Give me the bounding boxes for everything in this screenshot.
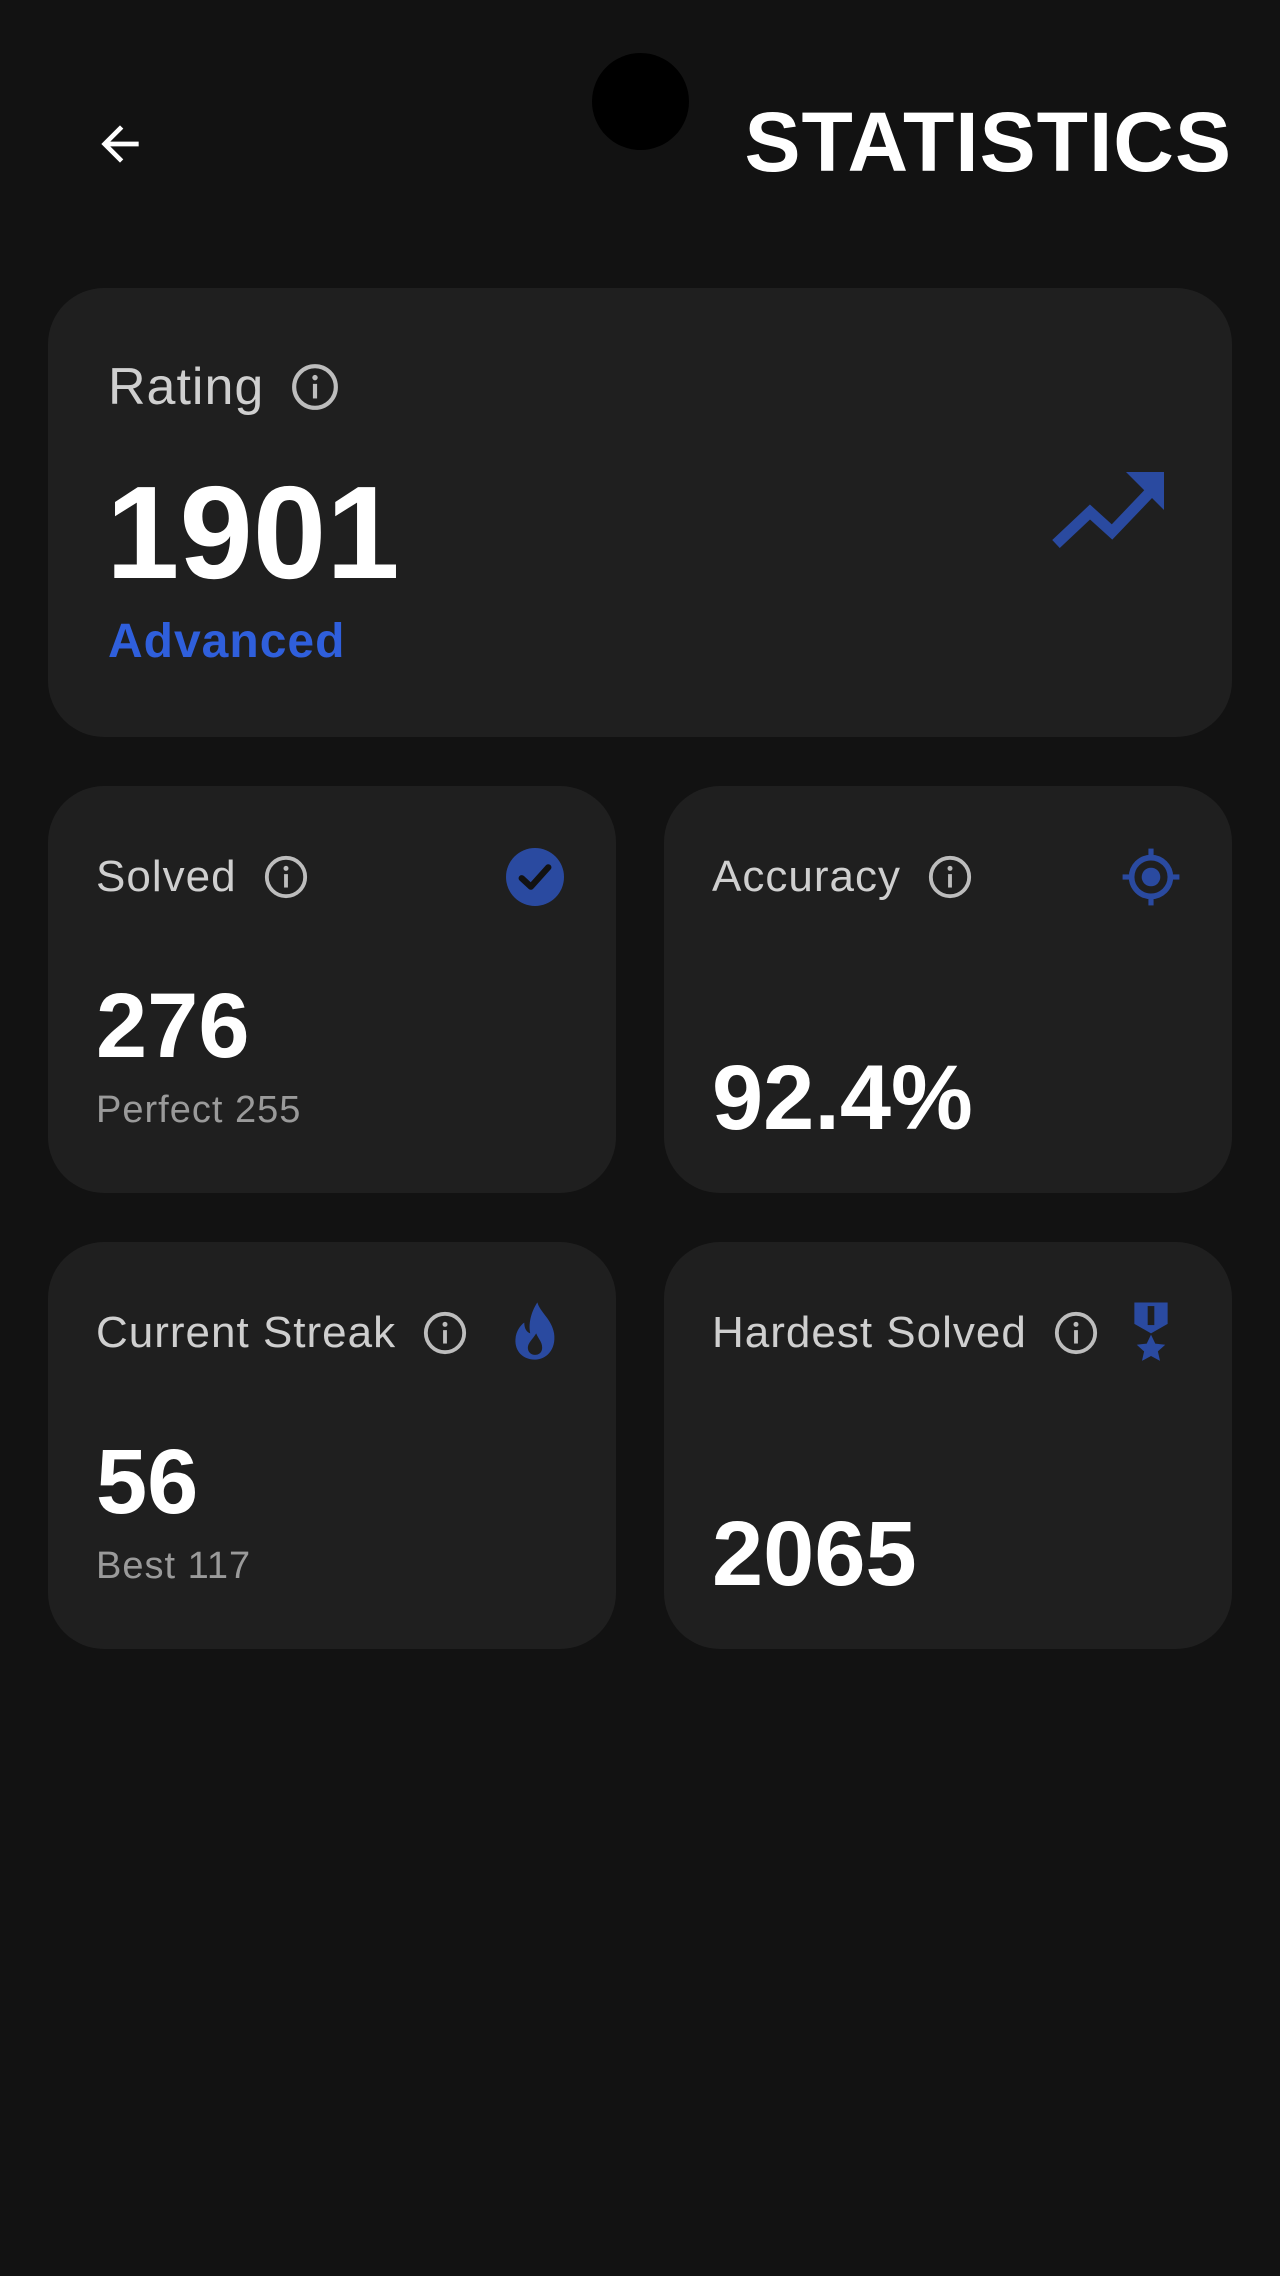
hardest-value: 2065 (712, 1503, 917, 1605)
solved-label: Solved (96, 852, 237, 901)
accuracy-value: 92.4% (712, 1047, 973, 1149)
info-icon[interactable] (927, 854, 973, 900)
rating-level: Advanced (108, 615, 346, 668)
accuracy-label-row: Accuracy (712, 850, 973, 904)
hardest-card[interactable]: Hardest Solved 2065 (664, 1242, 1232, 1649)
info-icon[interactable] (422, 1310, 468, 1356)
page-title: STATISTICS (744, 95, 1232, 189)
info-icon[interactable] (290, 362, 340, 412)
rating-label: Rating (108, 358, 265, 416)
info-icon[interactable] (263, 854, 309, 900)
solved-value: 276 (96, 975, 250, 1077)
rating-label-row: Rating (108, 360, 340, 414)
target-icon (1122, 848, 1180, 906)
streak-best: Best 117 (96, 1545, 252, 1587)
streak-label-row: Current Streak (96, 1306, 468, 1360)
hardest-label-row: Hardest Solved (712, 1306, 1099, 1360)
trending-up-icon (1052, 472, 1164, 549)
rating-card[interactable]: Rating 1901 Advanced (48, 288, 1232, 737)
rating-value: 1901 (106, 459, 400, 606)
camera-cutout (592, 53, 689, 150)
arrow-left-icon (101, 125, 139, 163)
medal-icon (1134, 1302, 1168, 1361)
check-circle-icon (506, 848, 564, 906)
accuracy-label: Accuracy (712, 852, 901, 901)
streak-card[interactable]: Current Streak 56 Best 117 (48, 1242, 616, 1649)
back-button[interactable] (80, 104, 160, 184)
info-icon[interactable] (1053, 1310, 1099, 1356)
streak-value: 56 (96, 1431, 199, 1533)
accuracy-card[interactable]: Accuracy 92.4% (664, 786, 1232, 1193)
solved-card[interactable]: Solved 276 Perfect 255 (48, 786, 616, 1193)
hardest-label: Hardest Solved (712, 1308, 1027, 1357)
solved-perfect: Perfect 255 (96, 1089, 302, 1131)
streak-label: Current Streak (96, 1308, 397, 1357)
solved-label-row: Solved (96, 850, 309, 904)
flame-icon (515, 1302, 555, 1360)
